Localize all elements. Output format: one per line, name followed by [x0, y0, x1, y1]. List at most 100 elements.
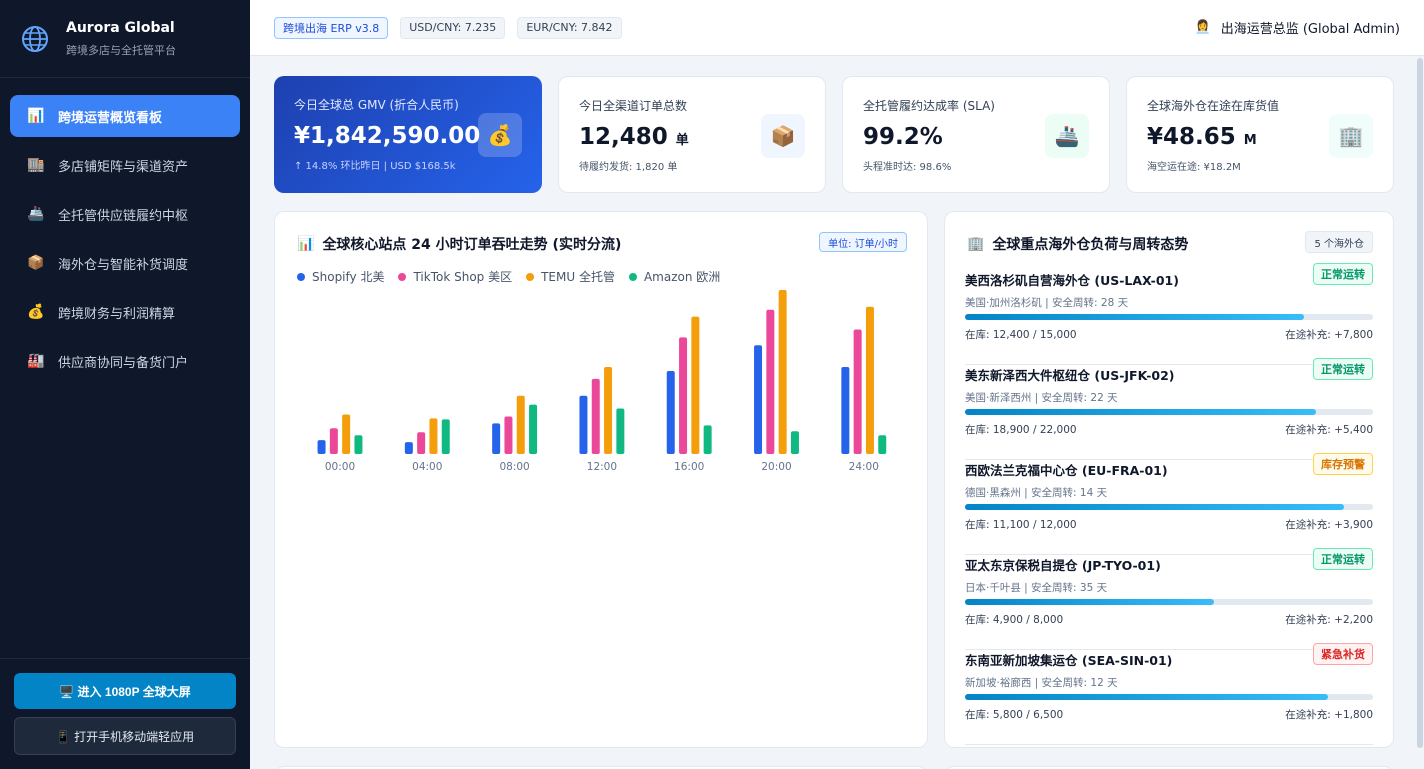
sidebar: Aurora Global 跨境多店与全托管平台 📊 跨境运营概览看板 🏬 多店铺矩阵…: [0, 0, 250, 769]
bar-16:00-series-4[interactable]: [703, 425, 712, 454]
legend-swatch: [398, 272, 407, 281]
warehouse-item[interactable]: 美东新泽西大件枢纽仓 (US-JFK-02) 正常运转 美国·新泽西州 | 安全周转…: [965, 358, 1373, 460]
user-name: 出海运营总监 (Global Admin): [1220, 22, 1400, 37]
open-mobile-app-button[interactable]: 📱 打开手机移动端轻应用: [14, 717, 236, 755]
kpi-subtext: 待履约发货: 1,820 单: [579, 162, 678, 173]
warehouse-status-badge: 紧急补货: [1313, 643, 1373, 665]
warehouse-name: 东南亚新加坡集运仓 (SEA-SIN-01): [965, 653, 1173, 668]
warehouse-icon: 🏢: [967, 236, 985, 252]
warehouse-transit: 在途补充: +5,400: [1285, 424, 1373, 436]
kpi-card-2: 今日全渠道订单总数 12,480 单待履约发货: 1,820 单 📦: [558, 76, 826, 193]
warehouse-capacity-bar: [965, 314, 1373, 320]
bar-16:00-series-1[interactable]: [666, 370, 675, 454]
nav-icon: 🏬: [27, 157, 45, 173]
sidebar-item-5[interactable]: 💰 跨境财务与利润精算: [10, 291, 240, 333]
nav-icon: 🚢: [27, 206, 45, 222]
bar-04:00-series-4[interactable]: [441, 419, 450, 454]
bar-00:00-series-4[interactable]: [354, 435, 363, 454]
warehouse-capacity-bar: [965, 694, 1373, 700]
globe-icon: [22, 25, 48, 52]
kpi-card-4: 全球海外仓在途在库货值 ¥48.65 M 海空运在途: ¥18.2M 🏢: [1126, 76, 1394, 193]
sidebar-actions: 🖥️ 进入 1080P 全球大屏 📱 打开手机移动端轻应用: [0, 658, 250, 769]
kpi-subtext: 海空运在途: ¥18.2M: [1147, 162, 1241, 173]
warehouse-capacity-fill: [965, 504, 1345, 510]
warehouse-capacity-bar: [965, 504, 1373, 510]
bar-24:00-series-2[interactable]: [853, 329, 862, 454]
sidebar-item-3[interactable]: 🚢 全托管供应链履约中枢: [10, 193, 240, 235]
warehouse-item[interactable]: 东南亚新加坡集运仓 (SEA-SIN-01) 紧急补货 新加坡·裕廊西 | 安全周转…: [965, 643, 1373, 745]
sidebar-item-label: 海外仓与智能补货调度: [58, 257, 189, 273]
x-tick-label: 20:00: [761, 461, 791, 473]
user-avatar-icon: 👩‍💼: [1194, 20, 1211, 35]
warehouse-stock: 在库: 18,900 / 22,000: [965, 424, 1077, 436]
kpi-value-number: 12,480: [579, 124, 668, 150]
warehouse-item[interactable]: 美西洛杉矶自营海外仓 (US-LAX-01) 正常运转美国·加州洛杉矶 | 安全周…: [965, 263, 1373, 365]
sidebar-item-6[interactable]: 🏭 供应商协同与备货门户: [10, 340, 240, 382]
warehouse-meta: 美国·加州洛杉矶 | 安全周转: 28 天: [965, 297, 1129, 309]
topbar: 跨境出海 ERP v3.8 USD/CNY: 7.235 EUR/CNY: 7.…: [250, 0, 1424, 56]
bar-16:00-series-2[interactable]: [679, 337, 688, 454]
bar-20:00-series-4[interactable]: [790, 431, 799, 454]
bar-00:00-series-2[interactable]: [329, 428, 338, 454]
nav-icon: 📊: [27, 108, 45, 124]
sidebar-nav: 📊 跨境运营概览看板 🏬 多店铺矩阵与渠道资产 🚢 全托管供应链履约中枢 📦 海外仓与智能补货…: [0, 78, 250, 382]
bar-20:00-series-1[interactable]: [754, 345, 763, 454]
bar-08:00-series-3[interactable]: [516, 395, 525, 454]
kpi-label: 今日全渠道订单总数: [579, 99, 688, 113]
warehouse-name: 美西洛杉矶自营海外仓 (US-LAX-01): [965, 273, 1179, 288]
bar-24:00-series-4[interactable]: [878, 435, 887, 454]
warehouse-item[interactable]: 亚太东京保税自提仓 (JP-TYO-01) 正常运转 日本·千叶县 | 安全周转: …: [965, 548, 1373, 650]
warehouse-meta: 美国·新泽西州 | 安全周转: 22 天: [965, 392, 1118, 404]
kpi-label: 今日全球总 GMV (折合人民币): [294, 98, 459, 112]
bar-00:00-series-1[interactable]: [317, 440, 326, 454]
warehouse-transit: 在途补充: +3,900: [1285, 519, 1373, 531]
bar-16:00-series-3[interactable]: [691, 316, 700, 454]
brand-title: Aurora Global: [66, 19, 175, 36]
kpi-icon: 🚢: [1045, 114, 1089, 158]
bar-20:00-series-3[interactable]: [778, 289, 787, 454]
bar-00:00-series-3[interactable]: [342, 414, 351, 454]
bar-24:00-series-3[interactable]: [865, 306, 874, 454]
chart-title: 全球核心站点 24 小时订单吞吐走势 (实时分流): [322, 237, 622, 253]
x-tick-label: 08:00: [499, 461, 529, 473]
kpi-card-3: 全托管履约达成率 (SLA) 99.2% 头程准时达: 98.6% 🚢: [842, 76, 1110, 193]
warehouse-item[interactable]: 西欧法兰克福中心仓 (EU-FRA-01) 库存预警 德国·黑森州 | 安全周转: …: [965, 453, 1373, 555]
page-scrollbar[interactable]: [1416, 56, 1424, 769]
warehouse-capacity-bar: [965, 409, 1373, 415]
usd-rate-tag: USD/CNY: 7.235: [400, 16, 506, 39]
sidebar-item-4[interactable]: 📦 海外仓与智能补货调度: [10, 242, 240, 284]
sidebar-item-1[interactable]: 📊 跨境运营概览看板: [10, 95, 240, 137]
warehouse-name: 亚太东京保税自提仓 (JP-TYO-01): [965, 558, 1161, 573]
x-tick-label: 00:00: [325, 461, 355, 473]
bar-08:00-series-2[interactable]: [504, 416, 513, 454]
bar-04:00-series-3[interactable]: [429, 418, 438, 454]
bar-04:00-series-1[interactable]: [404, 442, 413, 454]
bar-24:00-series-1[interactable]: [841, 367, 850, 454]
warehouse-transit: 在途补充: +1,800: [1285, 709, 1373, 721]
warehouse-capacity-fill: [965, 409, 1316, 415]
order-throughput-chart: 00:00 04:00 08:00 12:00 16:00 20:00 24:00: [317, 289, 887, 473]
bar-12:00-series-3[interactable]: [604, 367, 613, 454]
bar-08:00-series-1[interactable]: [492, 423, 501, 454]
bar-20:00-series-2[interactable]: [766, 309, 775, 454]
warehouse-status-badge: 正常运转: [1313, 263, 1373, 285]
sidebar-item-label: 供应商协同与备货门户: [58, 355, 189, 371]
bar-12:00-series-2[interactable]: [591, 378, 600, 454]
bar-12:00-series-1[interactable]: [579, 395, 588, 454]
scroll-thumb[interactable]: [1417, 58, 1423, 748]
nav-icon: 💰: [27, 304, 45, 320]
warehouse-transit: 在途补充: +2,200: [1285, 614, 1373, 626]
enter-big-screen-button[interactable]: 🖥️ 进入 1080P 全球大屏: [14, 673, 236, 709]
bar-12:00-series-4[interactable]: [616, 408, 625, 454]
nav-icon: 🏭: [27, 353, 45, 369]
user-menu[interactable]: 👩‍💼 出海运营总监 (Global Admin): [1195, 18, 1401, 37]
legend-swatch: [628, 272, 637, 281]
kpi-subtext: ↑ 14.8% 环比昨日 | USD $168.5k: [294, 161, 456, 172]
sidebar-item-2[interactable]: 🏬 多店铺矩阵与渠道资产: [10, 144, 240, 186]
bar-08:00-series-4[interactable]: [529, 404, 538, 454]
x-tick-label: 16:00: [674, 461, 704, 473]
kpi-label: 全托管履约达成率 (SLA): [863, 99, 995, 113]
kpi-value-number: ¥48.65: [1147, 124, 1236, 150]
bar-04:00-series-2[interactable]: [417, 432, 426, 454]
warehouse-panel: 🏢 全球重点海外仓负荷与周转态势 5 个海外仓 美西洛杉矶自营海外仓 (US-L…: [944, 211, 1394, 748]
